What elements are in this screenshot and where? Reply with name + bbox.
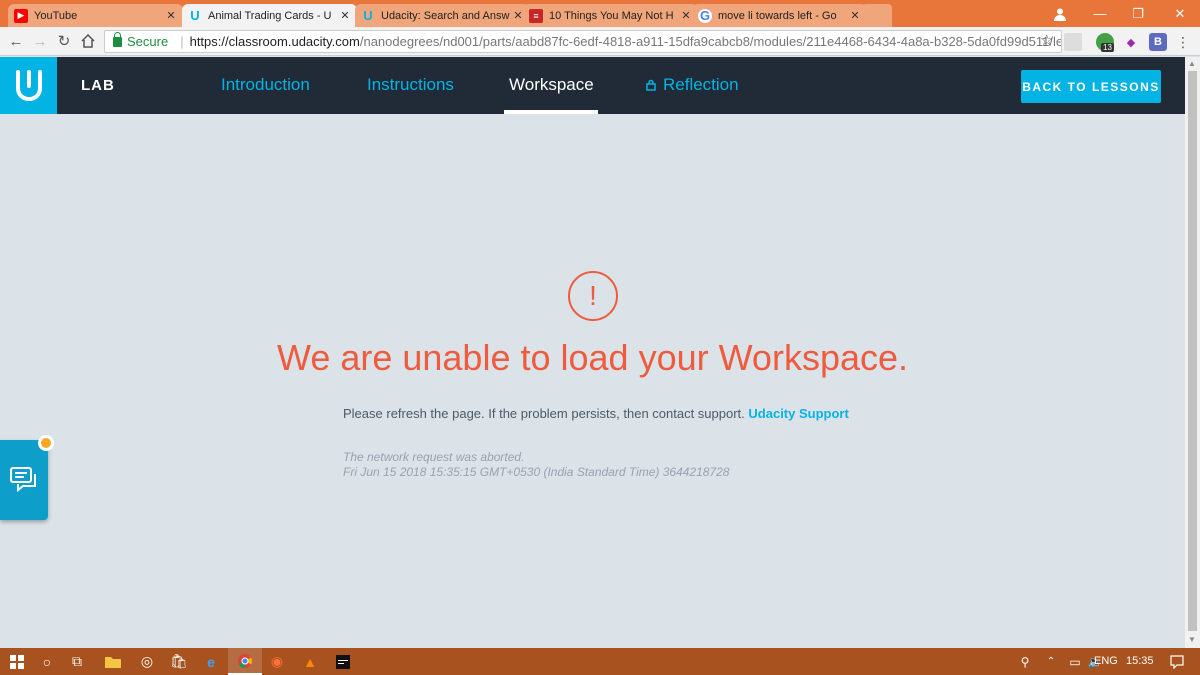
extension-icon-1[interactable] (1064, 33, 1082, 51)
bookmark-star-icon[interactable]: ☆ (1040, 31, 1053, 49)
store-icon[interactable]: 🛍 (162, 648, 196, 675)
address-bar[interactable]: Secure | https://classroom.udacity.com/n… (104, 30, 1062, 53)
back-arrow-icon[interactable]: ← (4, 29, 28, 53)
error-message-text: Please refresh the page. If the problem … (343, 406, 745, 421)
browser-tab-animal-trading-cards[interactable]: U Animal Trading Cards - U ✕ (182, 4, 357, 27)
news-icon: ≡ (529, 8, 543, 23)
url-path: /nanodegrees/nd001/parts/aabd87fc-6edf-4… (359, 34, 1062, 49)
secure-label: Secure (127, 34, 169, 49)
file-explorer-icon[interactable] (96, 648, 130, 675)
window-close-icon[interactable]: ✕ (1160, 0, 1200, 27)
network-icon[interactable]: ▭ (1064, 648, 1086, 675)
youtube-icon: ▶ (14, 8, 28, 23)
extension-icon-b[interactable]: B (1149, 33, 1167, 51)
clock[interactable]: 15:35 (1126, 655, 1154, 667)
extension-badge: 13 (1101, 43, 1114, 52)
address-separator: | (180, 34, 184, 49)
lab-label: LAB (81, 77, 115, 94)
browser-tab-youtube[interactable]: ▶ YouTube ✕ (8, 4, 183, 27)
language-indicator[interactable]: ENG (1094, 655, 1118, 667)
tab-introduction[interactable]: Introduction (221, 75, 310, 95)
udacity-icon: U (190, 8, 200, 23)
task-view-icon[interactable]: ⧉ (60, 648, 94, 675)
tray-expand-icon[interactable]: ⌃ (1040, 648, 1062, 675)
close-icon[interactable]: ✕ (339, 9, 351, 22)
forward-arrow-icon[interactable]: → (28, 29, 52, 53)
chat-icon (10, 467, 36, 493)
error-detail: The network request was aborted. Fri Jun… (343, 450, 729, 480)
tab-title: Udacity: Search and Answ (381, 9, 510, 22)
chat-notification-dot (38, 435, 54, 451)
tab-instructions[interactable]: Instructions (367, 75, 454, 95)
url-host: https://classroom.udacity.com (189, 34, 360, 49)
home-icon[interactable] (76, 29, 100, 53)
vlc-icon[interactable]: ▲ (293, 648, 327, 675)
tab-title: YouTube (34, 9, 78, 22)
tab-reflection[interactable]: Reflection (646, 75, 739, 95)
workspace-area (0, 114, 1185, 648)
restore-icon[interactable]: ❐ (1118, 0, 1158, 27)
secure-indicator[interactable]: Secure (113, 31, 169, 49)
edge-browser-icon[interactable]: e (194, 648, 228, 675)
browser-tab-google-search[interactable]: G move li towards left - Go ✕ (692, 4, 867, 27)
error-detail-reason: The network request was aborted. (343, 450, 525, 464)
error-detail-timestamp: Fri Jun 15 2018 15:35:15 GMT+0530 (India… (343, 465, 730, 479)
scroll-up-icon[interactable]: ▲ (1188, 59, 1196, 68)
tab-title: move li towards left - Go (718, 9, 837, 22)
lab-header: LAB Introduction Instructions Workspace … (0, 57, 1200, 114)
page-scrollbar[interactable]: ▲ ▼ (1185, 57, 1200, 648)
close-icon[interactable]: ✕ (165, 9, 177, 22)
udacity-logo-icon[interactable] (0, 57, 57, 114)
browser-tab-strip: ▶ YouTube ✕ U Animal Trading Cards - U ✕… (0, 0, 1200, 27)
tab-title: Animal Trading Cards - U (208, 9, 332, 22)
menu-dots-icon[interactable]: ⋮ (1174, 33, 1192, 51)
browser-toolbar: ← → ↻ Secure | https://classroom.udacity… (0, 27, 1200, 56)
action-center-icon[interactable] (1162, 648, 1192, 675)
chat-widget-button[interactable] (0, 440, 48, 520)
lock-icon (113, 31, 122, 47)
minimize-icon[interactable]: — (1080, 0, 1120, 27)
media-player-icon[interactable]: ◎ (130, 648, 164, 675)
tab-title: 10 Things You May Not H (549, 9, 674, 22)
reload-icon[interactable]: ↻ (52, 29, 76, 53)
udacity-icon: U (363, 8, 373, 23)
close-icon[interactable]: ✕ (680, 9, 692, 22)
tab-reflection-label: Reflection (663, 75, 739, 94)
new-tab-button[interactable] (862, 4, 892, 27)
windows-taskbar: ○ ⧉ ◎ 🛍 e ◉ ▲ ⚲ ⌃ ▭ 🔈 ENG 15:35 (0, 648, 1200, 675)
error-alert-icon: ! (568, 271, 618, 321)
cortana-search-icon[interactable]: ○ (30, 648, 64, 675)
profile-icon[interactable] (1040, 0, 1080, 27)
browser-tab-10-things[interactable]: ≡ 10 Things You May Not H ✕ (523, 4, 698, 27)
back-to-lessons-button[interactable]: BACK TO LESSONS (1021, 70, 1161, 103)
lock-icon (646, 79, 656, 91)
extension-icon-2[interactable]: 13 (1096, 33, 1114, 52)
people-icon[interactable]: ⚲ (1012, 648, 1038, 675)
tab-workspace[interactable]: Workspace (509, 75, 594, 95)
terminal-app-icon[interactable] (326, 648, 360, 675)
udacity-support-link[interactable]: Udacity Support (748, 406, 848, 421)
error-title: We are unable to load your Workspace. (276, 337, 909, 378)
browser-tab-udacity-search[interactable]: U Udacity: Search and Answ ✕ (355, 4, 530, 27)
scroll-down-icon[interactable]: ▼ (1188, 635, 1196, 644)
windows-start-icon[interactable] (0, 648, 34, 675)
error-message: Please refresh the page. If the problem … (343, 406, 849, 421)
scrollbar-thumb[interactable] (1188, 71, 1197, 631)
close-icon[interactable]: ✕ (849, 9, 861, 22)
google-icon: G (698, 8, 712, 23)
firefox-icon[interactable]: ◉ (260, 648, 294, 675)
extension-icon-3[interactable]: ◆ (1122, 33, 1140, 51)
chrome-taskbar-icon[interactable] (228, 648, 262, 675)
